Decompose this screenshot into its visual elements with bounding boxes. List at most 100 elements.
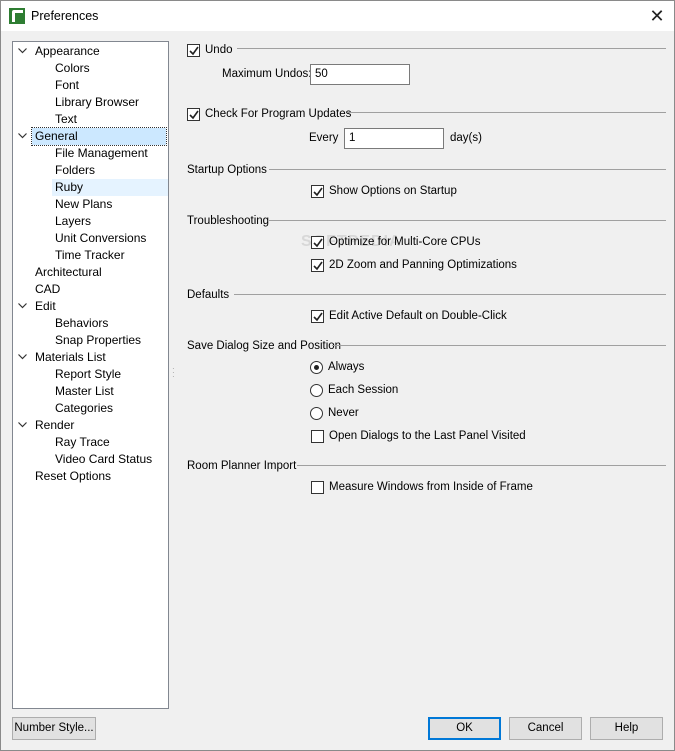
checkbox-box[interactable] xyxy=(311,480,324,494)
measure-windows-checkbox[interactable]: Measure Windows from Inside of Frame xyxy=(311,479,533,495)
tree-item-new-plans[interactable]: New Plans xyxy=(52,196,115,213)
tree-item-cad[interactable]: CAD xyxy=(32,281,63,298)
divider xyxy=(237,48,666,49)
defaults-heading: Defaults xyxy=(187,289,230,301)
ok-button[interactable]: OK xyxy=(428,717,501,740)
open-last-panel-checkbox[interactable]: Open Dialogs to the Last Panel Visited xyxy=(311,428,526,444)
check-icon xyxy=(313,238,323,247)
tree-item-edit[interactable]: Edit xyxy=(32,298,59,315)
title-bar[interactable]: Preferences ✕ xyxy=(1,1,674,31)
show-options-label: Show Options on Startup xyxy=(329,185,457,197)
splitter-handle[interactable]: · · · xyxy=(172,365,175,381)
check-updates-checkbox[interactable]: Check For Program Updates xyxy=(187,106,351,122)
multicore-label: Optimize for Multi-Core CPUs xyxy=(329,236,481,248)
help-button[interactable]: Help xyxy=(590,717,663,740)
category-tree[interactable]: Appearance Colors Font Library Browser Text G… xyxy=(12,41,169,709)
measure-windows-label: Measure Windows from Inside of Frame xyxy=(329,481,533,493)
divider xyxy=(234,294,666,295)
tree-item-library-browser[interactable]: Library Browser xyxy=(52,94,142,111)
tree-item-file-management[interactable]: File Management xyxy=(52,145,151,162)
chevron-down-icon[interactable] xyxy=(15,417,29,434)
chevron-down-icon[interactable] xyxy=(15,43,29,60)
check-icon xyxy=(189,110,199,119)
each-session-label: Each Session xyxy=(328,384,399,396)
room-planner-heading: Room Planner Import xyxy=(187,460,297,472)
tree-item-layers[interactable]: Layers xyxy=(52,213,94,230)
divider xyxy=(347,112,666,113)
update-interval-input[interactable]: 1 xyxy=(344,128,444,149)
tree-item-folders[interactable]: Folders xyxy=(52,162,98,179)
checkbox-box[interactable] xyxy=(311,258,324,272)
never-radio[interactable]: Never xyxy=(310,405,359,421)
chevron-down-icon[interactable] xyxy=(15,298,29,315)
tree-item-snap-properties[interactable]: Snap Properties xyxy=(52,332,144,349)
troubleshooting-heading: Troubleshooting xyxy=(187,215,270,227)
tree-item-appearance[interactable]: Appearance xyxy=(32,43,103,60)
cancel-button[interactable]: Cancel xyxy=(509,717,582,740)
never-label: Never xyxy=(328,407,359,419)
tree-item-ruby[interactable]: Ruby xyxy=(52,179,168,196)
check-icon xyxy=(313,261,323,270)
divider xyxy=(332,345,666,346)
open-last-panel-label: Open Dialogs to the Last Panel Visited xyxy=(329,430,526,442)
check-icon xyxy=(313,312,323,321)
show-options-checkbox[interactable]: Show Options on Startup xyxy=(311,183,457,199)
tree-item-text[interactable]: Text xyxy=(52,111,80,128)
undo-checkbox[interactable]: Undo xyxy=(187,42,233,58)
divider xyxy=(269,169,666,170)
always-label: Always xyxy=(328,361,365,373)
zoom-optimizations-label: 2D Zoom and Panning Optimizations xyxy=(329,259,517,271)
close-icon: ✕ xyxy=(649,5,665,26)
startup-options-heading: Startup Options xyxy=(187,164,267,176)
max-undos-label: Maximum Undos: xyxy=(222,68,312,80)
every-label: Every xyxy=(309,132,339,144)
tree-item-video-card-status[interactable]: Video Card Status xyxy=(52,451,155,468)
max-undos-input[interactable]: 50 xyxy=(310,64,410,85)
checkbox-box[interactable] xyxy=(187,43,200,57)
number-style-button[interactable]: Number Style... xyxy=(12,717,96,740)
tree-item-ray-trace[interactable]: Ray Trace xyxy=(52,434,113,451)
undo-label: Undo xyxy=(205,44,233,56)
radio-button[interactable] xyxy=(310,383,323,397)
edit-active-default-label: Edit Active Default on Double-Click xyxy=(329,310,507,322)
save-dialog-heading: Save Dialog Size and Position xyxy=(187,340,342,352)
always-radio[interactable]: Always xyxy=(310,359,364,375)
check-icon xyxy=(313,187,323,196)
divider xyxy=(269,220,666,221)
checkbox-box[interactable] xyxy=(311,184,324,198)
tree-item-behaviors[interactable]: Behaviors xyxy=(52,315,111,332)
chief-architect-icon xyxy=(9,8,25,24)
tree-item-architectural[interactable]: Architectural xyxy=(32,264,105,281)
checkbox-box[interactable] xyxy=(311,429,324,443)
chevron-down-icon[interactable] xyxy=(15,349,29,366)
radio-dot-icon xyxy=(314,364,319,370)
edit-active-default-checkbox[interactable]: Edit Active Default on Double-Click xyxy=(311,308,507,324)
each-session-radio[interactable]: Each Session xyxy=(310,382,398,398)
tree-item-reset-options[interactable]: Reset Options xyxy=(32,468,114,485)
multicore-checkbox[interactable]: Optimize for Multi-Core CPUs xyxy=(311,234,480,250)
tree-item-colors[interactable]: Colors xyxy=(52,60,93,77)
divider xyxy=(297,465,666,466)
check-updates-label: Check For Program Updates xyxy=(205,108,352,120)
zoom-optimizations-checkbox[interactable]: 2D Zoom and Panning Optimizations xyxy=(311,257,517,273)
tree-item-font[interactable]: Font xyxy=(52,77,82,94)
tree-item-categories[interactable]: Categories xyxy=(52,400,116,417)
checkbox-box[interactable] xyxy=(311,235,324,249)
window-title: Preferences xyxy=(31,9,99,23)
days-unit-label: day(s) xyxy=(450,132,482,144)
chevron-down-icon[interactable] xyxy=(15,128,29,145)
tree-item-render[interactable]: Render xyxy=(32,417,77,434)
close-button[interactable]: ✕ xyxy=(640,1,674,31)
tree-item-unit-conversions[interactable]: Unit Conversions xyxy=(52,230,149,247)
preferences-window: Preferences ✕ Appearance Colors Font Librar… xyxy=(0,0,675,751)
checkbox-box[interactable] xyxy=(311,309,324,323)
radio-button[interactable] xyxy=(310,360,323,374)
tree-item-materials-list[interactable]: Materials List xyxy=(32,349,109,366)
tree-item-time-tracker[interactable]: Time Tracker xyxy=(52,247,128,264)
radio-button[interactable] xyxy=(310,406,323,420)
tree-item-report-style[interactable]: Report Style xyxy=(52,366,124,383)
tree-item-general[interactable]: General xyxy=(31,127,167,146)
checkbox-box[interactable] xyxy=(187,107,200,121)
tree-item-master-list[interactable]: Master List xyxy=(52,383,117,400)
check-icon xyxy=(189,46,199,55)
